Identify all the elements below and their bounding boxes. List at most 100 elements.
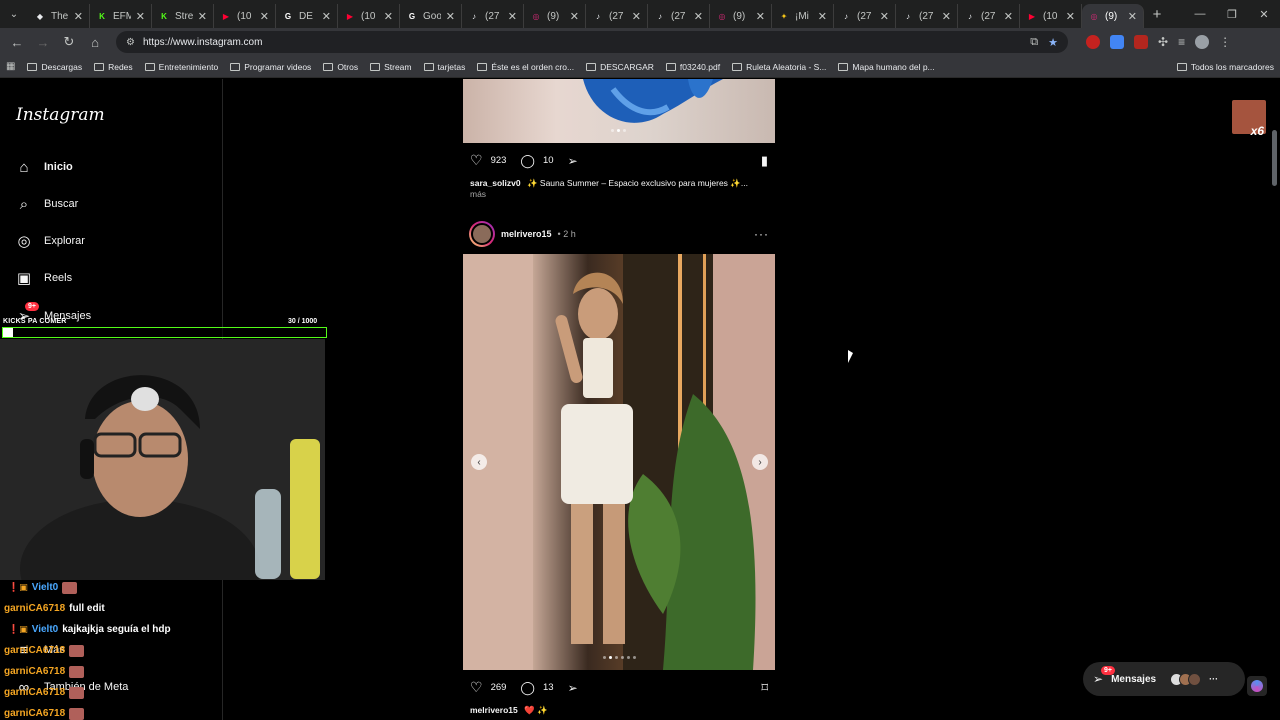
tab-close-icon[interactable]: ✕ xyxy=(694,10,703,23)
bookmark-item[interactable]: Stream xyxy=(370,62,412,72)
instagram-logo[interactable]: Instagram xyxy=(16,105,105,125)
bookmark-item[interactable]: f03240.pdf xyxy=(665,62,720,72)
sidebar-item-search[interactable]: ⌕ Buscar xyxy=(16,196,78,213)
browser-tab[interactable]: ▶ (10 ✕ xyxy=(1020,4,1082,28)
bookmark-item[interactable]: Ruleta Aleatoria - S... xyxy=(732,62,826,72)
browser-tab[interactable]: G Goo ✕ xyxy=(400,4,462,28)
address-bar[interactable]: ⚙ https://www.instagram.com ⧉ ★ xyxy=(116,31,1068,53)
post1-username[interactable]: sara_solizv0 xyxy=(470,178,521,188)
share-icon[interactable]: ➢ xyxy=(568,681,578,695)
reload-button[interactable]: ↻ xyxy=(58,31,80,53)
like-heart-icon[interactable]: ♡ xyxy=(470,679,483,696)
browser-tab[interactable]: ◎ (9) ✕ xyxy=(1082,4,1144,28)
extension-icon-m[interactable] xyxy=(1134,35,1148,49)
tab-close-icon[interactable]: ✕ xyxy=(818,10,827,23)
browser-tab[interactable]: G DE ✕ xyxy=(276,4,338,28)
save-bookmark-icon-filled[interactable]: ▮ xyxy=(761,153,768,169)
forward-button[interactable]: → xyxy=(32,31,54,53)
site-info-icon[interactable]: ⚙ xyxy=(126,37,135,48)
tab-close-icon[interactable]: ✕ xyxy=(508,10,517,23)
bookmark-item[interactable]: Descargas xyxy=(27,62,82,72)
apps-grid-icon[interactable]: ▦ xyxy=(6,61,15,72)
browser-tab[interactable]: ◆ The ✕ xyxy=(28,4,90,28)
bookmark-star-icon[interactable]: ★ xyxy=(1048,36,1058,49)
extension-icon-translate[interactable] xyxy=(1110,35,1124,49)
bookmark-item[interactable]: Redes xyxy=(94,62,133,72)
post1-more-link[interactable]: más xyxy=(470,189,486,199)
new-tab-button[interactable]: + xyxy=(1144,6,1170,23)
messages-pill[interactable]: ➢ 9+ Mensajes ··· xyxy=(1083,662,1245,696)
bookmark-item[interactable]: Otros xyxy=(323,62,358,72)
tab-close-icon[interactable]: ✕ xyxy=(756,10,765,23)
profile-avatar-icon[interactable] xyxy=(1195,35,1210,49)
bookmark-item[interactable]: Éste es el orden cro... xyxy=(477,62,574,72)
post2-username[interactable]: melrivero15 xyxy=(501,229,552,239)
browser-tab[interactable]: ♪ (27 ✕ xyxy=(462,4,524,28)
tab-close-icon[interactable]: ✕ xyxy=(446,10,455,23)
browser-tab[interactable]: ♪ (27 ✕ xyxy=(834,4,896,28)
tab-close-icon[interactable]: ✕ xyxy=(1066,10,1075,23)
all-bookmarks-folder[interactable]: Todos los marcadores xyxy=(1176,62,1274,72)
bookmark-item[interactable]: Programar videos xyxy=(230,62,311,72)
sidebar-item-home[interactable]: ⌂ Inicio xyxy=(16,159,73,176)
browser-tab[interactable]: ▶ (10 ✕ xyxy=(214,4,276,28)
browser-tab[interactable]: ▶ (10 ✕ xyxy=(338,4,400,28)
tab-close-icon[interactable]: ✕ xyxy=(260,10,269,23)
share-icon[interactable]: ➢ xyxy=(568,154,578,168)
browser-tab[interactable]: ♪ (27 ✕ xyxy=(896,4,958,28)
bookmark-item[interactable]: Mapa humano del p... xyxy=(838,62,935,72)
tab-close-icon[interactable]: ✕ xyxy=(322,10,331,23)
sidebar-item-compass[interactable]: ◎ Explorar xyxy=(16,233,85,250)
meta-ai-icon[interactable] xyxy=(1247,676,1267,696)
sidebar-item-reels[interactable]: ▣ Reels xyxy=(16,270,72,287)
back-button[interactable]: ← xyxy=(6,31,28,53)
minimize-button[interactable]: — xyxy=(1184,8,1216,21)
browser-tab[interactable]: ♪ (27 ✕ xyxy=(958,4,1020,28)
tab-close-icon[interactable]: ✕ xyxy=(632,10,641,23)
extension-icon-red[interactable] xyxy=(1086,35,1100,49)
browser-tab[interactable]: ◎ (9) ✕ xyxy=(710,4,772,28)
tab-title: The xyxy=(51,10,69,22)
like-heart-icon[interactable]: ♡ xyxy=(470,152,483,169)
page-scrollbar[interactable] xyxy=(1272,130,1277,186)
browser-tab[interactable]: K Stre ✕ xyxy=(152,4,214,28)
tab-close-icon[interactable]: ✕ xyxy=(136,10,145,23)
post2-caption-username[interactable]: melrivero15 xyxy=(470,705,518,715)
tab-close-icon[interactable]: ✕ xyxy=(1128,10,1137,23)
tab-close-icon[interactable]: ✕ xyxy=(942,10,951,23)
browser-tab[interactable]: ◎ (9) ✕ xyxy=(524,4,586,28)
close-window-button[interactable]: ✕ xyxy=(1248,8,1280,21)
comment-icon[interactable]: ◯ xyxy=(520,680,535,696)
install-app-icon[interactable]: ⧉ xyxy=(1030,36,1038,49)
post-image-top[interactable] xyxy=(463,79,775,143)
tab-search-icon[interactable]: ⌄ xyxy=(0,0,28,28)
post2-image[interactable] xyxy=(463,254,775,670)
kicks-goal-count: 30 / 1000 xyxy=(288,318,318,325)
carousel-next-button[interactable]: › xyxy=(752,454,768,470)
bookmark-item[interactable]: Entretenimiento xyxy=(144,62,218,72)
extensions-puzzle-icon[interactable]: ✣ xyxy=(1158,35,1168,49)
post2-avatar[interactable] xyxy=(469,221,495,247)
chrome-menu-icon[interactable]: ⋮ xyxy=(1219,35,1231,49)
media-control-icon[interactable]: ≡ xyxy=(1178,35,1185,49)
home-button[interactable]: ⌂ xyxy=(84,31,106,53)
bookmark-item[interactable]: tarjetas xyxy=(423,62,465,72)
more-options-icon[interactable]: ··· xyxy=(754,227,769,241)
browser-tab[interactable]: K EFM ✕ xyxy=(90,4,152,28)
browser-tab[interactable]: ✦ ¡Mi ✕ xyxy=(772,4,834,28)
sidebar-item-label: Inicio xyxy=(44,161,73,173)
browser-tab[interactable]: ♪ (27 ✕ xyxy=(648,4,710,28)
save-bookmark-icon[interactable]: ⌑ xyxy=(761,680,768,696)
bookmark-item[interactable]: DESCARGAR xyxy=(586,62,654,72)
browser-tab[interactable]: ♪ (27 ✕ xyxy=(586,4,648,28)
tab-close-icon[interactable]: ✕ xyxy=(880,10,889,23)
carousel-prev-button[interactable]: ‹ xyxy=(471,454,487,470)
tab-close-icon[interactable]: ✕ xyxy=(74,10,83,23)
restore-button[interactable]: ❐ xyxy=(1216,8,1248,21)
comment-icon[interactable]: ◯ xyxy=(520,153,535,169)
tab-close-icon[interactable]: ✕ xyxy=(570,10,579,23)
tab-close-icon[interactable]: ✕ xyxy=(1004,10,1013,23)
tab-favicon-icon: ▶ xyxy=(1028,11,1036,21)
tab-close-icon[interactable]: ✕ xyxy=(198,10,207,23)
tab-close-icon[interactable]: ✕ xyxy=(384,10,393,23)
